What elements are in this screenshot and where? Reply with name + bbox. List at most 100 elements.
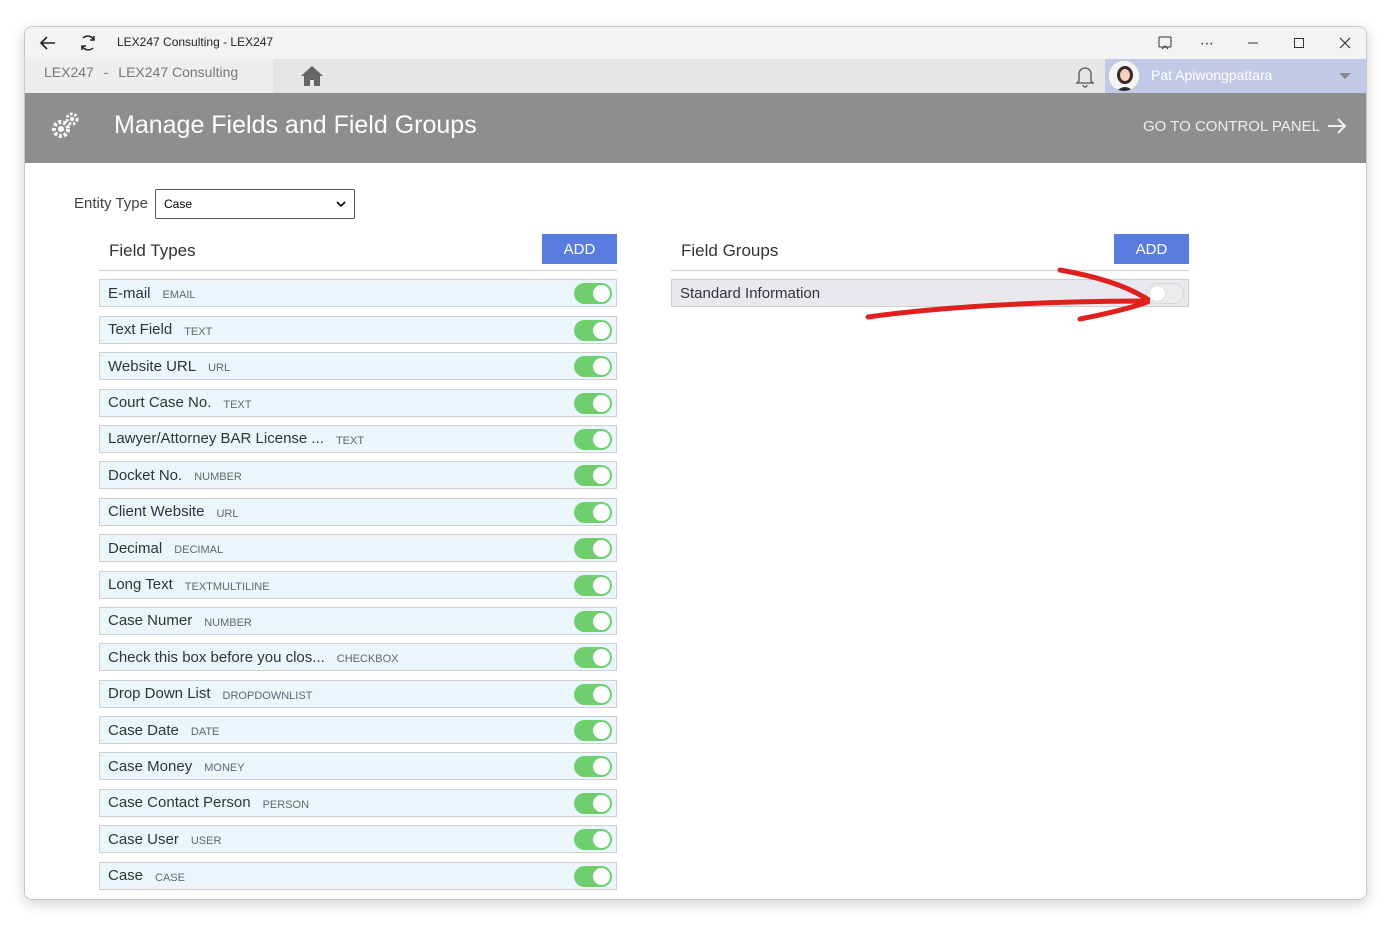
field-type-row[interactable]: Check this box before you clos... CHECKBO… [99, 643, 617, 672]
field-type-toggle[interactable] [574, 574, 612, 596]
field-group-toggle[interactable] [1146, 283, 1184, 305]
field-type-row[interactable]: Case Date DATE [99, 716, 617, 745]
toggle-knob [593, 722, 610, 740]
field-type-row[interactable]: Website URL URL [99, 352, 617, 381]
field-type-row[interactable]: Long Text TEXTMULTILINE [99, 570, 617, 599]
field-type-kind: TEXTMULTILINE [184, 580, 270, 593]
field-type-toggle[interactable] [574, 865, 612, 887]
field-type-row[interactable]: Case CASE [99, 861, 617, 890]
control-panel-label: GO TO CONTROL PANEL [1143, 117, 1320, 135]
field-type-kind: URL [216, 507, 239, 520]
field-type-row[interactable]: Docket No. NUMBER [99, 461, 617, 490]
field-type-row[interactable]: E-mail EMAIL [99, 279, 617, 308]
field-type-kind: TEXT [184, 325, 213, 338]
field-type-name: Case Money [108, 757, 193, 775]
field-groups-list: Standard Information [671, 279, 1189, 308]
field-type-name: Case User [108, 830, 179, 848]
breadcrumb-org: LEX247 [44, 64, 94, 80]
field-type-kind: EMAIL [162, 289, 196, 302]
app-bar: LEX247 - LEX247 Consulting Pat Apiwongpa… [25, 59, 1366, 93]
field-type-row[interactable]: Case User USER [99, 825, 617, 854]
toggle-knob [593, 467, 610, 485]
chevron-down-icon[interactable] [1339, 73, 1351, 79]
minimize-icon[interactable] [1241, 31, 1265, 55]
cast-icon[interactable] [1153, 31, 1177, 55]
toggle-knob [593, 540, 610, 558]
window-title: LEX247 Consulting - LEX247 [117, 35, 274, 49]
more-options-icon[interactable]: ⋯ [1195, 31, 1219, 55]
toggle-knob [593, 503, 610, 521]
field-type-row[interactable]: Case Money MONEY [99, 752, 617, 781]
field-type-toggle[interactable] [574, 647, 612, 669]
toggle-knob [593, 321, 610, 339]
field-type-name: Case [108, 867, 144, 885]
field-type-kind: TEXT [335, 434, 365, 447]
refresh-icon[interactable] [77, 32, 99, 54]
field-type-name: Case Numer [108, 612, 193, 630]
field-type-name: Check this box before you clos... [108, 648, 325, 666]
field-type-kind: MONEY [204, 762, 245, 775]
add-field-type-button[interactable]: ADD [542, 234, 617, 264]
field-type-kind: USER [190, 835, 222, 848]
field-type-toggle[interactable] [574, 829, 612, 851]
field-type-kind: DATE [190, 726, 220, 739]
toggle-knob [593, 358, 610, 376]
field-type-toggle[interactable] [574, 720, 612, 742]
add-field-group-button[interactable]: ADD [1114, 234, 1189, 264]
toggle-knob [593, 794, 610, 812]
control-panel-link[interactable]: GO TO CONTROL PANEL [1143, 117, 1348, 135]
field-type-row[interactable]: Text Field TEXT [99, 315, 617, 344]
field-type-row[interactable]: Case Contact Person PERSON [99, 788, 617, 817]
field-type-row[interactable]: Drop Down List DROPDOWNLIST [99, 679, 617, 708]
field-type-name: Lawyer/Attorney BAR License ... [108, 430, 324, 448]
field-type-name: Long Text [108, 576, 173, 594]
title-bar: LEX247 Consulting - LEX247 ⋯ [25, 27, 1366, 59]
app-window: LEX247 Consulting - LEX247 ⋯ LEX247 - LE… [24, 26, 1367, 900]
field-type-name: Client Website [108, 503, 205, 521]
field-type-toggle[interactable] [574, 792, 612, 814]
maximize-icon[interactable] [1287, 31, 1311, 55]
avatar[interactable] [1108, 60, 1140, 92]
chevron-down-icon [336, 201, 346, 208]
field-type-toggle[interactable] [574, 538, 612, 560]
field-groups-panel: Field Groups ADD Standard Information [671, 233, 1189, 308]
notification-bell-icon[interactable] [1073, 63, 1097, 89]
field-type-name: Decimal [108, 539, 163, 557]
field-type-row[interactable]: Decimal DECIMAL [99, 534, 617, 563]
field-type-toggle[interactable] [574, 392, 612, 414]
field-type-toggle[interactable] [574, 501, 612, 523]
field-type-row[interactable]: Client Website URL [99, 497, 617, 526]
field-type-kind: URL [208, 362, 231, 375]
toggle-knob [593, 576, 610, 594]
toggle-knob [593, 394, 610, 412]
field-type-toggle[interactable] [574, 356, 612, 378]
field-type-toggle[interactable] [574, 610, 612, 632]
field-group-row[interactable]: Standard Information [671, 279, 1189, 308]
field-type-toggle[interactable] [574, 283, 612, 305]
field-type-row[interactable]: Case Numer NUMBER [99, 606, 617, 635]
field-type-toggle[interactable] [574, 756, 612, 778]
toggle-knob [593, 430, 610, 448]
breadcrumb[interactable]: LEX247 - LEX247 Consulting [25, 59, 273, 93]
field-type-toggle[interactable] [574, 683, 612, 705]
field-type-toggle[interactable] [574, 465, 612, 487]
field-type-row[interactable]: Lawyer/Attorney BAR License ... TEXT [99, 424, 617, 453]
field-types-title: Field Types [109, 241, 196, 260]
field-type-kind: NUMBER [204, 616, 252, 629]
user-name[interactable]: Pat Apiwongpattara [1151, 67, 1272, 83]
close-icon[interactable] [1333, 31, 1357, 55]
toggle-knob [593, 612, 610, 630]
toggle-knob [593, 649, 610, 667]
field-type-kind: DROPDOWNLIST [222, 689, 313, 702]
field-type-name: Text Field [108, 321, 173, 339]
field-type-row[interactable]: Court Case No. TEXT [99, 388, 617, 417]
field-type-toggle[interactable] [574, 319, 612, 341]
field-type-name: Drop Down List [108, 685, 211, 703]
toggle-knob [593, 685, 610, 703]
back-arrow-icon[interactable] [37, 32, 59, 54]
field-type-kind: CHECKBOX [336, 653, 399, 666]
home-icon[interactable] [299, 63, 325, 89]
field-type-kind: NUMBER [194, 471, 242, 484]
field-type-toggle[interactable] [574, 428, 612, 450]
entity-type-select[interactable]: Case [155, 189, 355, 219]
